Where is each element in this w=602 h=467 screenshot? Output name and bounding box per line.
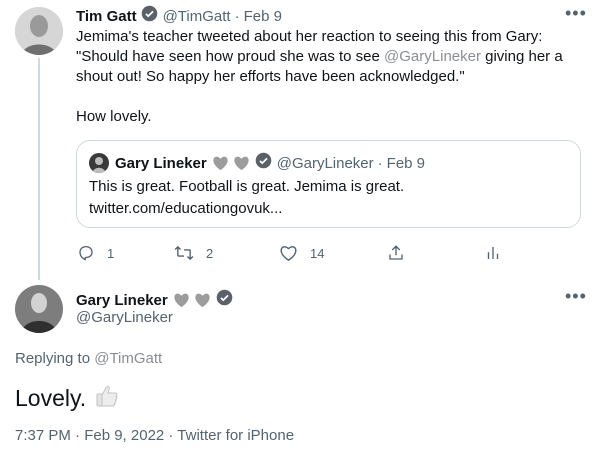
tweet-body-text: giving her a <box>480 48 563 65</box>
like-count: 14 <box>310 245 325 261</box>
quote-date: Feb 9 <box>386 154 426 172</box>
author-name[interactable]: Gary Lineker <box>76 292 168 309</box>
analytics-button[interactable] <box>484 244 502 262</box>
grey-heart-emoji <box>174 293 189 308</box>
heart-emoji-pair <box>173 292 211 308</box>
mention-link[interactable]: @GaryLineker <box>384 48 481 65</box>
avatar-gary-lineker[interactable] <box>15 285 63 333</box>
quote-header: Gary Lineker @GaryLineker · Feb 9 <box>89 152 425 174</box>
tweet-body-text: "Should have seen how proud she was to s… <box>76 48 385 65</box>
quote-tweet-card[interactable]: Gary Lineker @GaryLineker · Feb 9 This i… <box>76 140 581 228</box>
retweet-button[interactable]: 2 <box>174 244 213 262</box>
quote-text: This is great. Football is great. Jemima… <box>89 178 405 195</box>
retweet-icon <box>174 245 194 261</box>
more-icon[interactable]: ••• <box>565 4 587 22</box>
tweet-body: Jemima's teacher tweeted about her react… <box>76 27 586 127</box>
grey-heart-emoji <box>213 156 228 171</box>
reply-count: 1 <box>107 245 115 261</box>
like-button[interactable]: 14 <box>279 244 324 262</box>
replying-prefix: Replying to <box>15 350 95 367</box>
heart-emoji-pair <box>212 155 250 171</box>
grey-heart-emoji <box>234 156 249 171</box>
retweet-count: 2 <box>206 245 214 261</box>
verified-badge-icon <box>216 289 233 311</box>
tweet-body-line: How lovely. <box>76 108 152 125</box>
tweet-body-line: shout out! So happy her efforts have bee… <box>76 68 465 85</box>
tweet-body-line: "Should have seen how proud she was to s… <box>76 47 586 67</box>
author-name[interactable]: Tim Gatt <box>76 8 137 25</box>
tweet-header: Tim Gatt @TimGatt · Feb 9 <box>76 5 282 27</box>
tweet-timestamp[interactable]: 7:37 PM · Feb 9, 2022 · Twitter for iPho… <box>15 427 294 444</box>
reply-body: Lovely. <box>15 383 120 414</box>
tweet-header: Gary Lineker <box>76 289 233 311</box>
thread-connector-line <box>38 58 40 280</box>
tweet-date[interactable]: Feb 9 <box>244 8 282 25</box>
verified-badge-icon <box>255 152 272 174</box>
reply-button[interactable]: 1 <box>77 244 114 262</box>
avatar-tim-gatt[interactable] <box>15 7 63 55</box>
like-icon <box>280 246 297 261</box>
quote-author-name: Gary Lineker <box>115 154 207 172</box>
quote-author-handle: @GaryLineker <box>276 154 374 172</box>
replying-handle-link[interactable]: @TimGatt <box>94 350 162 367</box>
share-button[interactable] <box>387 244 405 262</box>
grey-heart-emoji <box>195 293 210 308</box>
tweet-body-line: Jemima's teacher tweeted about her react… <box>76 28 543 45</box>
reply-text: Lovely. <box>15 385 87 411</box>
share-icon <box>389 245 403 260</box>
reply-icon <box>79 245 93 261</box>
quote-avatar <box>89 153 109 173</box>
author-handle[interactable]: @TimGatt <box>163 8 231 25</box>
analytics-icon <box>487 247 499 259</box>
more-icon[interactable]: ••• <box>565 287 587 305</box>
thumbs-up-emoji <box>94 383 120 414</box>
verified-badge-icon <box>141 5 158 27</box>
quote-link[interactable]: twitter.com/educationgovuk... <box>89 199 282 219</box>
author-handle[interactable]: @GaryLineker <box>76 309 173 326</box>
separator-dot: · <box>234 7 240 25</box>
separator-dot: · <box>377 154 383 172</box>
replying-to: Replying to @TimGatt <box>15 350 162 367</box>
